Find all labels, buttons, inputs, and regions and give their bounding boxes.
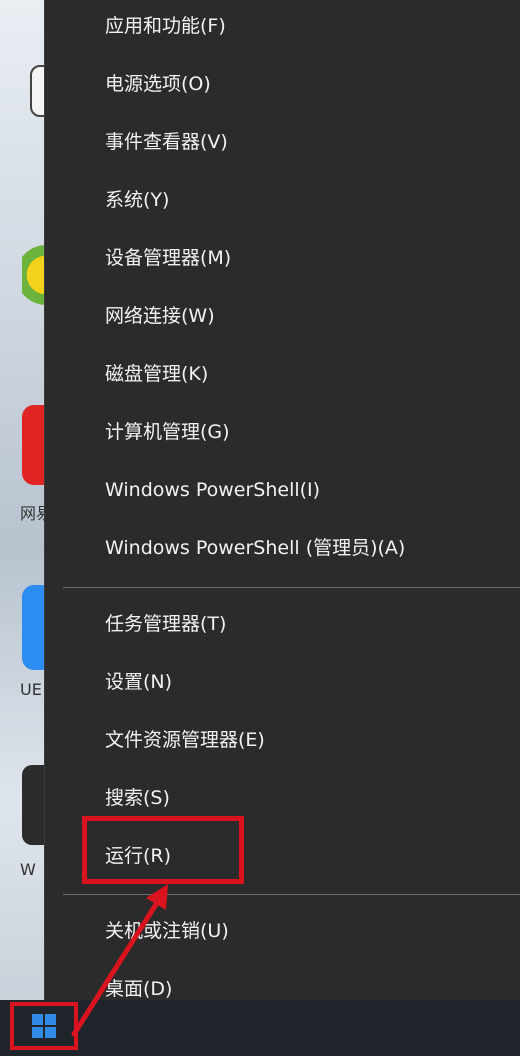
windows-logo-icon (32, 1014, 56, 1038)
menu-item-apps-and-features[interactable]: 应用和功能(F) (105, 6, 226, 46)
desktop-icon-label: W (20, 860, 36, 879)
menu-item-computer-management[interactable]: 计算机管理(G) (105, 412, 230, 452)
menu-item-shutdown-or-sign-out[interactable]: 关机或注销(U) (105, 911, 229, 951)
menu-item-file-explorer[interactable]: 文件资源管理器(E) (105, 720, 265, 760)
menu-item-event-viewer[interactable]: 事件查看器(V) (105, 122, 228, 162)
menu-item-network-connections[interactable]: 网络连接(W) (105, 296, 215, 336)
taskbar (0, 1000, 520, 1056)
start-button[interactable] (10, 1002, 78, 1050)
menu-separator (63, 894, 520, 895)
menu-item-system[interactable]: 系统(Y) (105, 180, 169, 220)
menu-item-powershell-admin[interactable]: Windows PowerShell (管理员)(A) (105, 528, 405, 568)
menu-separator (63, 587, 520, 588)
menu-item-settings[interactable]: 设置(N) (105, 662, 172, 702)
menu-item-task-manager[interactable]: 任务管理器(T) (105, 604, 226, 644)
desktop-icon-label: UE (20, 680, 42, 699)
run-highlight-box (82, 816, 244, 884)
menu-item-search[interactable]: 搜索(S) (105, 778, 170, 818)
menu-item-disk-management[interactable]: 磁盘管理(K) (105, 354, 208, 394)
menu-item-power-options[interactable]: 电源选项(O) (105, 64, 211, 104)
menu-item-powershell[interactable]: Windows PowerShell(I) (105, 470, 320, 510)
menu-item-device-manager[interactable]: 设备管理器(M) (105, 238, 231, 278)
